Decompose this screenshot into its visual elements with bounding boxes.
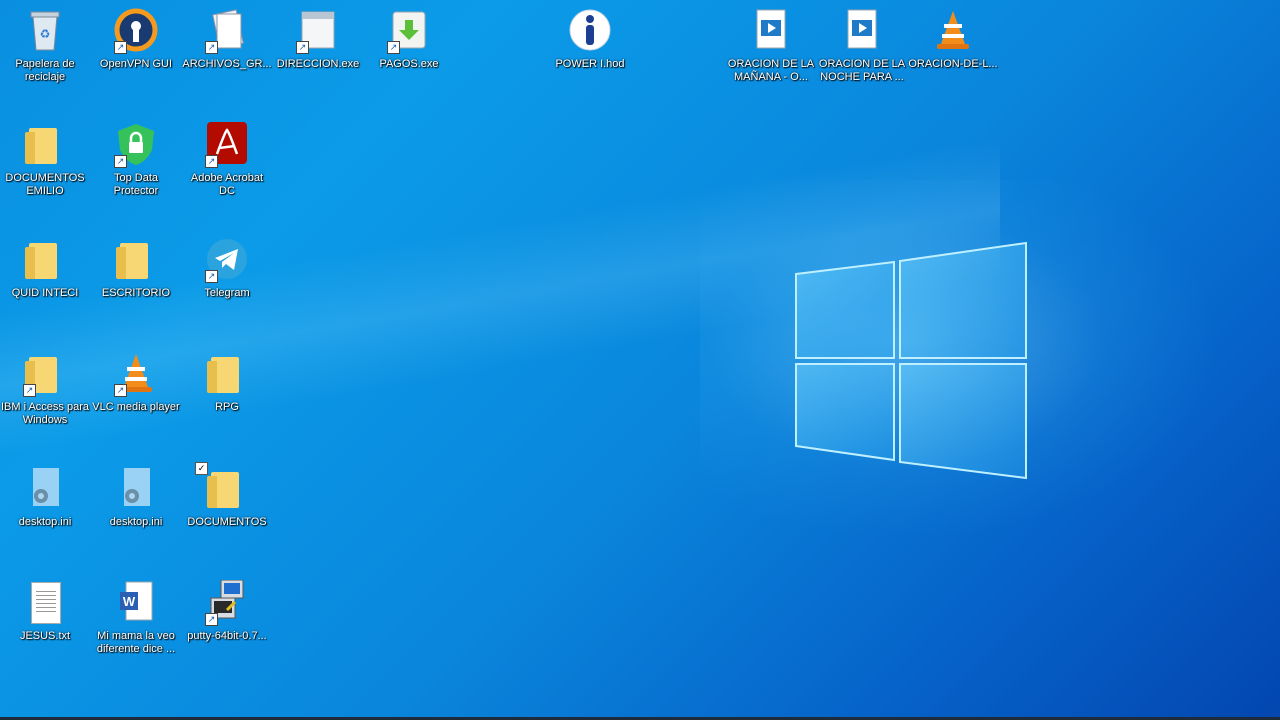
icon-label: ARCHIVOS_GR... (182, 58, 272, 70)
shortcut-arrow-icon: ↗ (205, 41, 218, 54)
icon-label: Adobe Acrobat DC (190, 172, 264, 197)
icon-label: PAGOS.exe (379, 58, 439, 70)
svg-text:W: W (123, 594, 136, 609)
icon-label: ORACION DE LA MAÑANA - O... (727, 58, 815, 83)
desktop-icon-archivos[interactable]: ↗ ARCHIVOS_GR... (182, 8, 272, 71)
shortcut-arrow-icon: ↗ (387, 41, 400, 54)
icon-label: Top Data Protector (113, 172, 159, 197)
desktop-icon-telegram[interactable]: ↗ Telegram (182, 237, 272, 300)
shortcut-arrow-icon: ↗ (114, 384, 127, 397)
video-file-icon (747, 8, 795, 56)
desktop-icon-openvpn[interactable]: ↗ OpenVPN GUI (91, 8, 181, 71)
desktop-icon-power-hod[interactable]: POWER I.hod (545, 8, 635, 71)
svg-text:♻: ♻ (40, 27, 51, 41)
desktop-icon-desktop-ini-2[interactable]: desktop.ini (91, 466, 181, 529)
folder-icon: ↗ (21, 351, 69, 399)
archive-file-icon: ↗ (203, 8, 251, 56)
openvpn-icon: ↗ (112, 8, 160, 56)
shortcut-arrow-icon: ↗ (114, 41, 127, 54)
desktop-icon-oracion-vlc[interactable]: ORACION-DE-L... (908, 8, 998, 71)
checkbox-icon[interactable]: ✓ (195, 462, 208, 475)
icon-label: DOCUMENTOS (187, 516, 267, 528)
icon-label: putty-64bit-0.7... (187, 630, 267, 642)
info-icon (566, 8, 614, 56)
desktop-icon-desktop-ini-1[interactable]: desktop.ini (0, 466, 90, 529)
recycle-bin-icon: ♻ (21, 8, 69, 56)
exe-window-icon: ↗ (294, 8, 342, 56)
icon-label: Telegram (204, 287, 250, 299)
icon-label: Papelera de reciclaje (15, 58, 75, 83)
vlc-cone-icon (929, 8, 977, 56)
desktop-icon-documentos-emilio[interactable]: DOCUMENTOS EMILIO (0, 122, 90, 198)
desktop-icon-oracion-noche[interactable]: ORACION DE LA NOCHE PARA ... (817, 8, 907, 84)
desktop-icon-recycle-bin[interactable]: ♻ Papelera de reciclaje (0, 8, 90, 84)
icon-label: DOCUMENTOS EMILIO (5, 172, 85, 197)
acrobat-icon: ↗ (203, 122, 251, 170)
settings-file-icon (21, 466, 69, 514)
vlc-cone-icon: ↗ (112, 351, 160, 399)
folder-icon (203, 351, 251, 399)
desktop-icon-documentos[interactable]: ✓ DOCUMENTOS (182, 462, 272, 529)
desktop-icon-pagos[interactable]: ↗ PAGOS.exe (364, 8, 454, 71)
icon-label: RPG (215, 401, 239, 413)
desktop-icon-jesus-txt[interactable]: JESUS.txt (0, 580, 90, 643)
icon-label: OpenVPN GUI (99, 58, 173, 70)
folder-icon (112, 237, 160, 285)
desktop-icon-ibm-access[interactable]: ↗ IBM i Access para Windows (0, 351, 90, 427)
telegram-icon: ↗ (203, 237, 251, 285)
shortcut-arrow-icon: ↗ (205, 613, 218, 626)
icon-label: Mi mama la veo diferente dice ... (96, 630, 176, 655)
settings-file-icon (112, 466, 160, 514)
icon-label: ESCRITORIO (101, 287, 171, 299)
windows-logo (795, 241, 1027, 480)
shortcut-arrow-icon: ↗ (114, 155, 127, 168)
desktop-icon-direccion[interactable]: ↗ DIRECCION.exe (273, 8, 363, 71)
desktop-icon-adobe-acrobat[interactable]: ↗ Adobe Acrobat DC (182, 122, 272, 198)
shield-lock-icon: ↗ (112, 122, 160, 170)
putty-icon: ↗ (203, 579, 251, 628)
desktop-icon-top-data-protector[interactable]: ↗ Top Data Protector (91, 122, 181, 198)
desktop-icon-vlc[interactable]: ↗ VLC media player (91, 351, 181, 414)
icon-label: VLC media player (92, 401, 180, 413)
word-doc-icon: W (112, 580, 160, 628)
text-file-icon (21, 580, 69, 628)
icon-label: JESUS.txt (19, 630, 71, 642)
icon-label: ORACION DE LA NOCHE PARA ... (818, 58, 906, 83)
shortcut-arrow-icon: ↗ (205, 270, 218, 283)
shortcut-arrow-icon: ↗ (205, 155, 218, 168)
folder-icon (21, 237, 69, 285)
icon-label: desktop.ini (18, 516, 72, 528)
icon-label: POWER I.hod (555, 58, 625, 70)
installer-icon: ↗ (385, 8, 433, 56)
folder-icon: ✓ (195, 462, 251, 514)
desktop-icon-quid-inteci[interactable]: QUID INTECI (0, 237, 90, 300)
shortcut-arrow-icon: ↗ (23, 384, 36, 397)
video-file-icon (838, 8, 886, 56)
icon-label: IBM i Access para Windows (0, 401, 90, 426)
desktop-icon-mi-mama[interactable]: W Mi mama la veo diferente dice ... (91, 580, 181, 656)
folder-icon (21, 122, 69, 170)
desktop-icon-rpg[interactable]: RPG (182, 351, 272, 414)
icon-label: DIRECCION.exe (276, 58, 360, 70)
icon-label: QUID INTECI (11, 287, 79, 299)
desktop-icon-escritorio[interactable]: ESCRITORIO (91, 237, 181, 300)
icon-label: desktop.ini (109, 516, 163, 528)
icon-label: ORACION-DE-L... (908, 58, 998, 70)
desktop-icon-oracion-manana[interactable]: ORACION DE LA MAÑANA - O... (726, 8, 816, 84)
shortcut-arrow-icon: ↗ (296, 41, 309, 54)
desktop-icon-putty[interactable]: ↗ putty-64bit-0.7... (182, 579, 272, 643)
